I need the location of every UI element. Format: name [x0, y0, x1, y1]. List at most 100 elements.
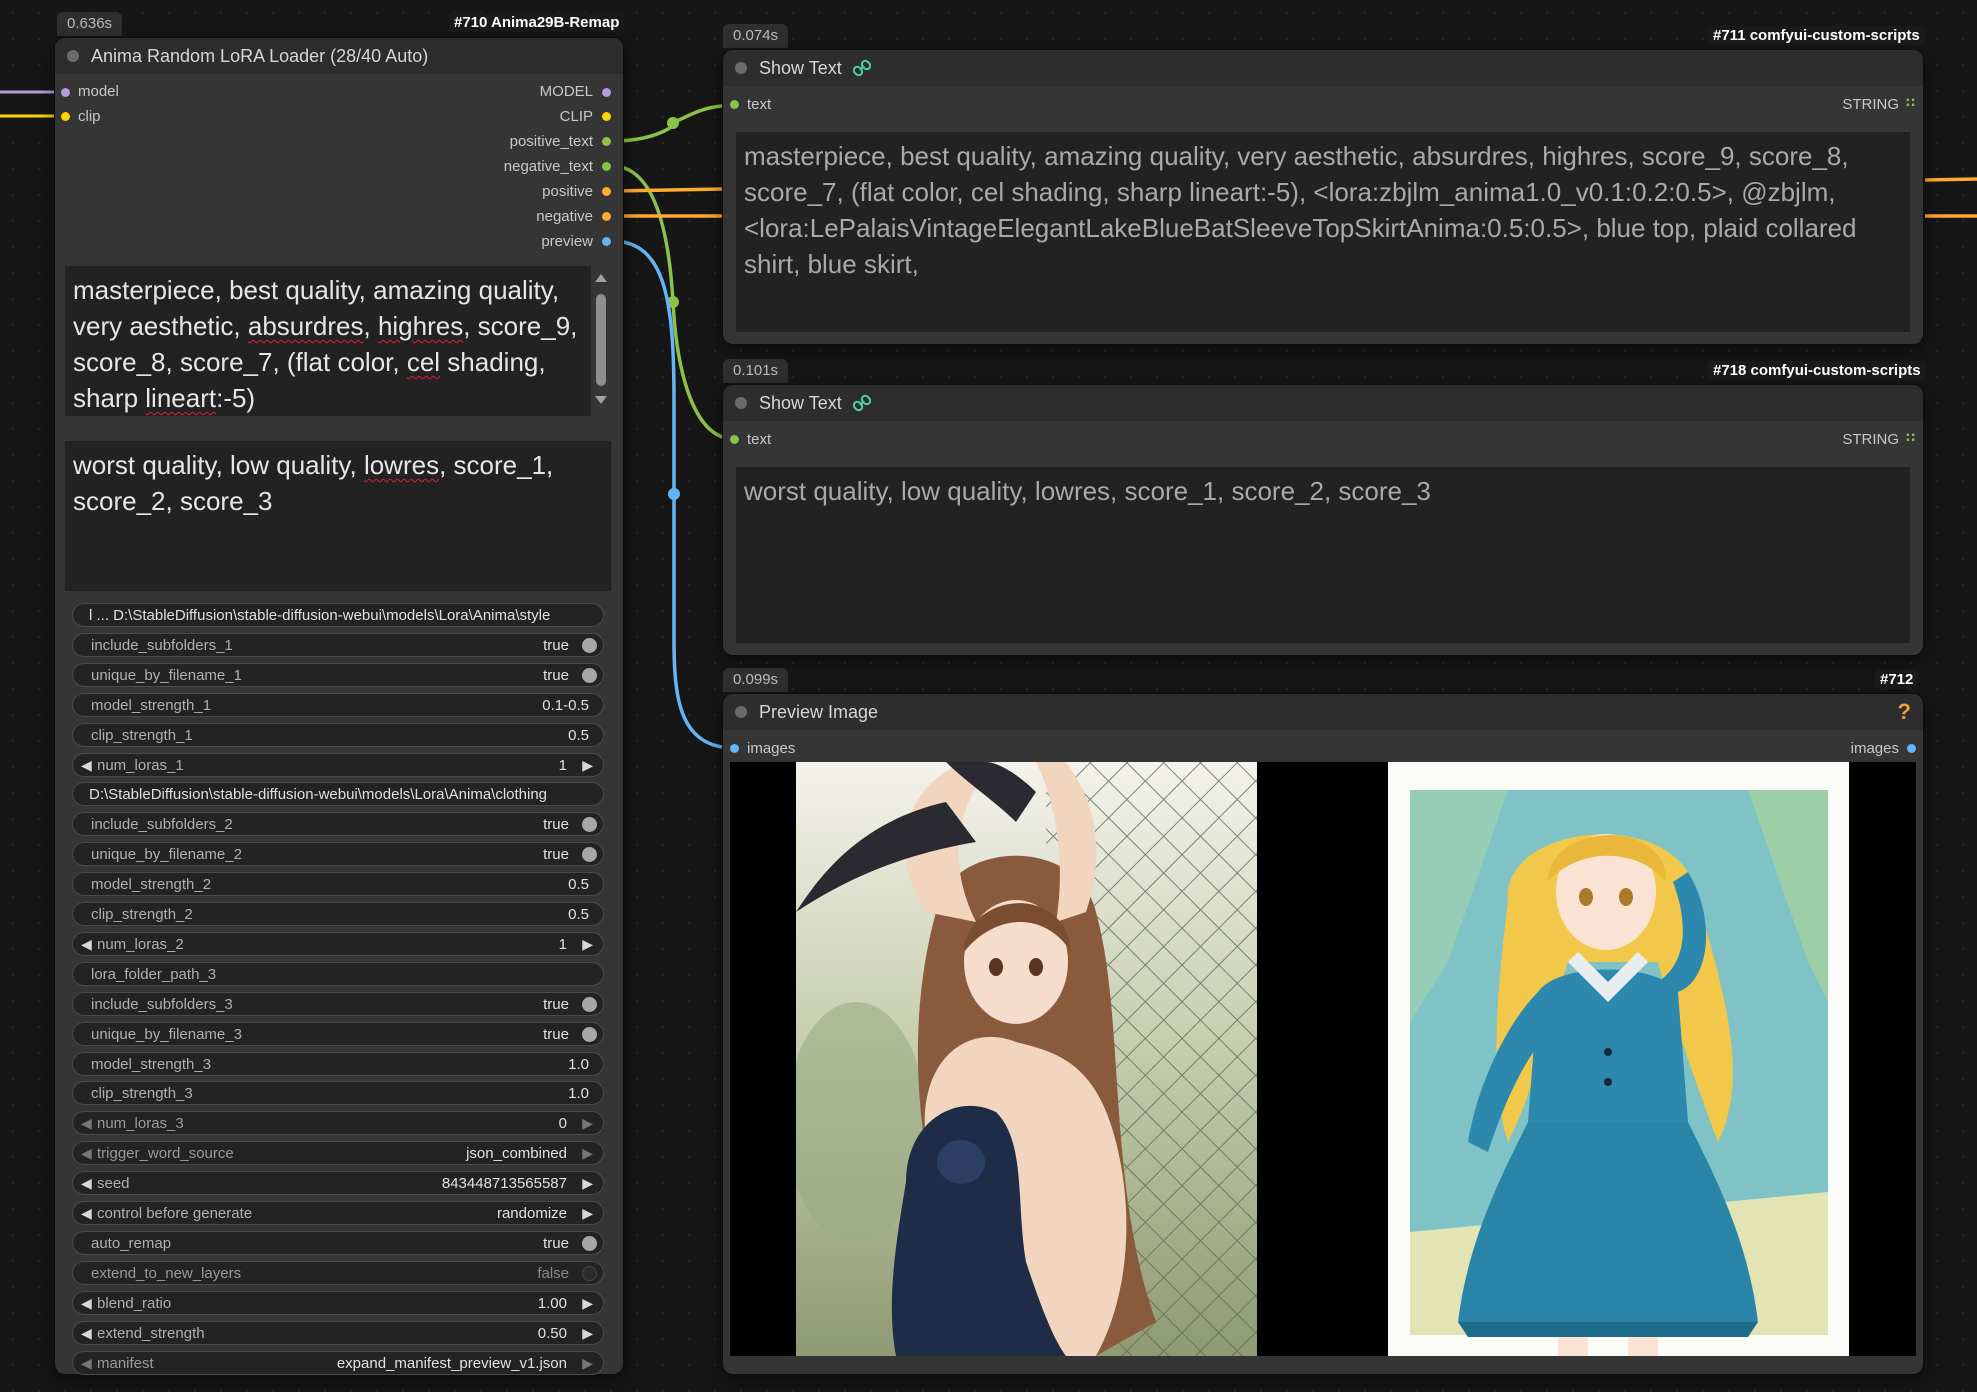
increment-arrow-icon[interactable]: ▶	[582, 757, 593, 774]
increment-arrow-icon[interactable]: ▶	[582, 1295, 593, 1312]
negative-prompt-textarea[interactable]: worst quality, low quality, lowres, scor…	[65, 441, 611, 591]
widget-control-before-generate[interactable]: ◀ control before generate randomize ▶	[72, 1201, 604, 1225]
widget-auto-remap[interactable]: auto_remap true	[72, 1230, 604, 1255]
show-text-content[interactable]: masterpiece, best quality, amazing quali…	[736, 132, 1910, 332]
decrement-arrow-icon[interactable]: ◀	[81, 1325, 92, 1342]
show-text-node-1[interactable]: Show Text text STRING ∷ masterpiece, bes…	[723, 50, 1923, 344]
grid-icon[interactable]: ∷	[1906, 95, 1915, 111]
decrement-arrow-icon[interactable]: ◀	[81, 1175, 92, 1192]
widget-model-strength-3[interactable]: model_strength_3 1.0	[72, 1051, 604, 1076]
decrement-arrow-icon[interactable]: ◀	[81, 757, 92, 774]
negative-text-output-slot[interactable]	[602, 162, 611, 171]
scroll-up-arrow-icon[interactable]	[595, 274, 607, 282]
widget-manifest[interactable]: ◀ manifest expand_manifest_preview_v1.json…	[72, 1350, 604, 1375]
toggle-knob[interactable]	[582, 1026, 597, 1042]
decrement-arrow-icon[interactable]: ◀	[81, 936, 92, 953]
show-text-content[interactable]: worst quality, low quality, lowres, scor…	[736, 467, 1910, 643]
text-input-label: text	[747, 431, 772, 448]
widget-blend-ratio[interactable]: ◀ blend_ratio 1.00 ▶	[72, 1290, 604, 1315]
widget-seed[interactable]: ◀ seed 843448713565587 ▶	[72, 1171, 604, 1196]
decrement-arrow-icon[interactable]: ◀	[81, 1145, 92, 1162]
toggle-knob[interactable]	[582, 996, 597, 1012]
clip-input-slot[interactable]	[61, 112, 70, 121]
positive-prompt-textarea[interactable]: masterpiece, best quality, amazing quali…	[65, 266, 591, 416]
collapse-dot[interactable]	[735, 62, 747, 74]
image-gallery[interactable]	[730, 762, 1916, 1356]
toggle-knob[interactable]	[582, 1265, 597, 1281]
help-icon[interactable]: ?	[1898, 699, 1911, 725]
widget-unique-by-filename-3[interactable]: unique_by_filename_3 true	[72, 1021, 604, 1046]
negative-output-slot[interactable]	[602, 212, 611, 221]
preview-image-1[interactable]	[796, 762, 1257, 1356]
preview-output-slot[interactable]	[602, 237, 611, 246]
increment-arrow-icon[interactable]: ▶	[582, 1145, 593, 1162]
widget-unique-by-filename-1[interactable]: unique_by_filename_1 true	[72, 662, 604, 687]
widget-clip-strength-2[interactable]: clip_strength_2 0.5	[72, 902, 604, 926]
model-input-slot[interactable]	[61, 88, 70, 97]
model-output-slot[interactable]	[602, 88, 611, 97]
decrement-arrow-icon[interactable]: ◀	[81, 1295, 92, 1312]
widget-num-loras-1[interactable]: ◀ num_loras_1 1 ▶	[72, 752, 604, 777]
toggle-knob[interactable]	[582, 1235, 597, 1251]
increment-arrow-icon[interactable]: ▶	[582, 1175, 593, 1192]
widget-num-loras-2[interactable]: ◀ num_loras_2 1 ▶	[72, 931, 604, 956]
widget-num-loras-3[interactable]: ◀ num_loras_3 0 ▶	[72, 1111, 604, 1136]
collapse-dot[interactable]	[67, 50, 79, 62]
clip-output-slot[interactable]	[602, 112, 611, 121]
images-input-slot[interactable]	[730, 744, 739, 753]
grid-icon[interactable]: ∷	[1906, 430, 1915, 446]
widget-label: num_loras_1	[97, 756, 184, 774]
increment-arrow-icon[interactable]: ▶	[582, 1355, 593, 1372]
string-output-label: STRING	[1842, 431, 1899, 448]
widget-extend-to-new-layers[interactable]: extend_to_new_layers false	[72, 1260, 604, 1285]
text-input-slot[interactable]	[730, 100, 739, 109]
collapse-dot[interactable]	[735, 397, 747, 409]
prompt-scrollbar[interactable]	[594, 272, 608, 406]
node-title-bar[interactable]	[723, 694, 1923, 730]
positive-output-slot[interactable]	[602, 187, 611, 196]
node-title-bar[interactable]	[723, 50, 1923, 86]
widget-lora-folder-path-3[interactable]: lora_folder_path_3	[72, 961, 604, 986]
widget-model-strength-2[interactable]: model_strength_2 0.5	[72, 872, 604, 897]
positive-text-output-slot[interactable]	[602, 137, 611, 146]
node-title-bar[interactable]	[723, 385, 1923, 421]
widget-unique-by-filename-2[interactable]: unique_by_filename_2 true	[72, 842, 604, 867]
widget-include-subfolders-2[interactable]: include_subfolders_2 true	[72, 812, 604, 837]
increment-arrow-icon[interactable]: ▶	[582, 1325, 593, 1342]
toggle-knob[interactable]	[582, 637, 597, 653]
widget-d-stablediffusion-stable-diffusion-webui-models-lora-anima-clothing[interactable]: D:\StableDiffusion\stable-diffusion-webu…	[72, 782, 604, 807]
widget-label: unique_by_filename_1	[91, 666, 242, 684]
scroll-down-arrow-icon[interactable]	[595, 396, 607, 404]
toggle-knob[interactable]	[582, 817, 597, 833]
show-text-node-2[interactable]: Show Text text STRING ∷ worst quality, l…	[723, 385, 1923, 655]
decrement-arrow-icon[interactable]: ◀	[81, 1205, 92, 1222]
widget-l-d-stablediffusion-stable-diffusion-webui-models-lora-anima-style[interactable]: l ... D:\StableDiffusion\stable-diffusio…	[72, 603, 604, 627]
decrement-arrow-icon[interactable]: ◀	[81, 1355, 92, 1372]
widget-trigger-word-source[interactable]: ◀ trigger_word_source json_combined ▶	[72, 1141, 604, 1166]
widget-extend-strength[interactable]: ◀ extend_strength 0.50 ▶	[72, 1320, 604, 1345]
decrement-arrow-icon[interactable]: ◀	[81, 1115, 92, 1132]
widget-include-subfolders-1[interactable]: include_subfolders_1 true	[72, 632, 604, 657]
increment-arrow-icon[interactable]: ▶	[582, 936, 593, 953]
positive-output-label: positive	[542, 183, 593, 200]
preview-image-2[interactable]	[1388, 762, 1849, 1356]
widget-clip-strength-3[interactable]: clip_strength_3 1.0	[72, 1081, 604, 1106]
prompt-text: worst quality, low quality,	[73, 450, 364, 480]
widget-clip-strength-1[interactable]: clip_strength_1 0.5	[72, 722, 604, 747]
scroll-thumb[interactable]	[596, 294, 606, 386]
widget-include-subfolders-3[interactable]: include_subfolders_3 true	[72, 991, 604, 1016]
toggle-knob[interactable]	[582, 847, 597, 863]
widget-model-strength-1[interactable]: model_strength_1 0.1-0.5	[72, 692, 604, 717]
increment-arrow-icon[interactable]: ▶	[582, 1205, 593, 1222]
text-input-slot[interactable]	[730, 435, 739, 444]
wire-positive-cond	[611, 187, 724, 193]
images-output-slot[interactable]	[1907, 744, 1916, 753]
images-input-label: images	[747, 740, 796, 757]
toggle-knob[interactable]	[582, 667, 597, 683]
preview-image-node[interactable]: Preview Image ? images images	[723, 694, 1923, 1374]
wire-out-right-1	[1924, 177, 1977, 182]
execution-time: 0.074s	[723, 24, 789, 48]
clip-output-label: CLIP	[559, 108, 593, 125]
increment-arrow-icon[interactable]: ▶	[582, 1115, 593, 1132]
collapse-dot[interactable]	[735, 706, 747, 718]
